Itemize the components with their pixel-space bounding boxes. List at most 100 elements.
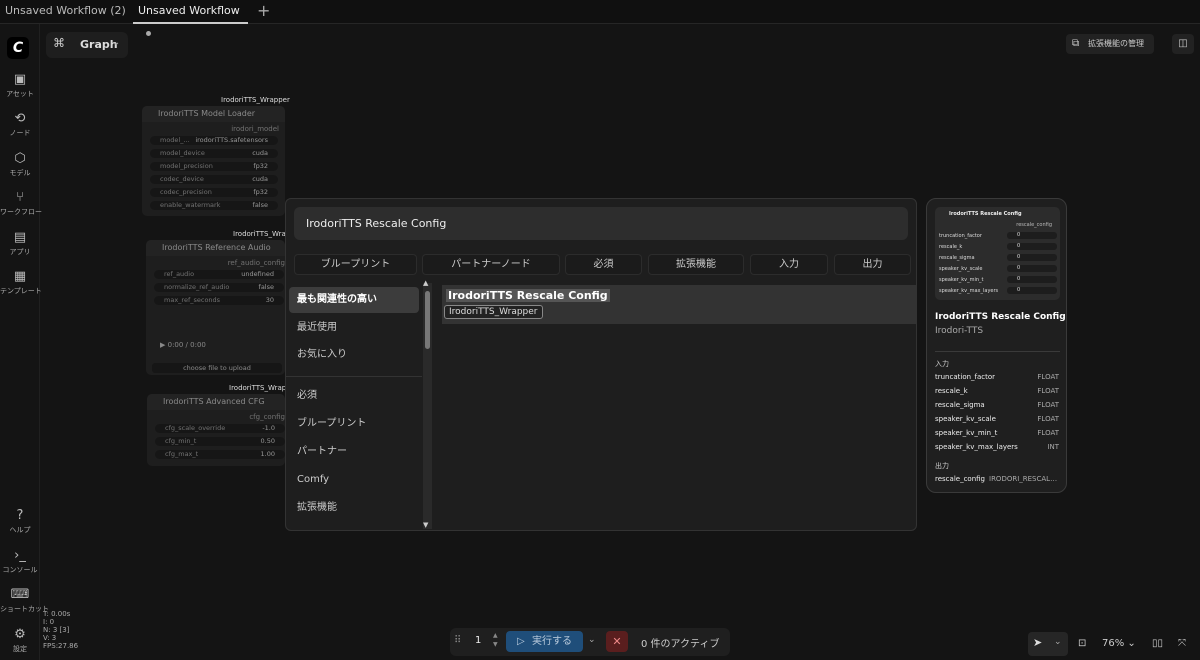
filter-extensions[interactable]: 拡張機能 — [648, 254, 744, 275]
sidebar-item-apps[interactable]: ▤ アプリ — [0, 230, 40, 257]
chevron-down-icon: ⌄ — [112, 37, 121, 48]
widget-model-precision[interactable]: model_precision fp32 — [150, 162, 278, 171]
node-group-label: IrodoriTTS_Wrapp — [229, 384, 291, 392]
toggle-panel-button[interactable]: ◫ — [1172, 34, 1194, 54]
category-recent[interactable]: 最近使用 — [289, 315, 419, 341]
filter-partner-nodes[interactable]: パートナーノード — [422, 254, 560, 275]
sidebar-item-label: 設定 — [13, 645, 27, 653]
widget-cfg-scale[interactable]: cfg_scale_override -1.0 — [155, 424, 285, 433]
outputs-heading: 出力 — [935, 462, 949, 470]
unsaved-dot-icon — [146, 30, 151, 36]
panel-icon: ◫ — [1178, 38, 1188, 49]
zoom-level[interactable]: 76% ⌄ — [1102, 632, 1136, 656]
filter-essentials[interactable]: 必須 — [565, 254, 642, 275]
output-row: rescale_configIRODORI_RESCALE_CONFIG — [935, 475, 1059, 483]
sidebar-item-label: ヘルプ — [9, 526, 31, 534]
widget-max-ref-seconds[interactable]: max_ref_seconds 30 — [154, 296, 284, 305]
node-output: irodori_model — [231, 125, 279, 133]
widget-ref-audio[interactable]: ref_audio undefined — [154, 270, 284, 279]
sidebar-item-label: アプリ — [9, 248, 31, 256]
scrollbar-thumb[interactable] — [425, 291, 430, 349]
input-row: speaker_kv_scale FLOAT — [935, 415, 1059, 423]
node-advanced-cfg[interactable]: IrodoriTTS Advanced CFG cfg_config cfg_s… — [147, 394, 285, 466]
filter-input[interactable]: 入力 — [750, 254, 828, 275]
sidebar-item-shortcuts[interactable]: ⌨ ショートカット — [0, 587, 49, 614]
manage-extensions-button[interactable]: ⧉ 拡張機能の管理 — [1066, 34, 1154, 54]
sidebar-item-settings[interactable]: ⚙ 設定 — [0, 627, 40, 654]
batch-stepper-icon[interactable]: ▲ ▼ — [493, 631, 498, 649]
widget-cfg-max-t[interactable]: cfg_max_t 1.00 — [155, 450, 285, 459]
node-output: cfg_config — [249, 413, 285, 421]
tab-unsaved-workflow[interactable]: Unsaved Workflow — [133, 0, 248, 36]
link-visibility-icon[interactable]: ⤧ — [1178, 632, 1186, 656]
sidebar-item-label: ノード — [9, 129, 31, 137]
category-partner[interactable]: パートナー — [289, 439, 419, 465]
cube-icon: ⬡ — [14, 151, 26, 166]
scroll-down-icon[interactable]: ▼ — [423, 521, 428, 529]
widget-normalize[interactable]: normalize_ref_audio false — [154, 283, 284, 292]
sidebar-item-help[interactable]: ? ヘルプ — [0, 508, 40, 535]
node-model-loader[interactable]: IrodoriTTS Model Loader irodori_model mo… — [142, 106, 285, 216]
run-options-chevron-icon[interactable]: ⌄ — [588, 635, 596, 645]
node-preview-thumbnail: IrodoriTTS Rescale Config rescale_config… — [935, 207, 1060, 300]
sidebar-item-models[interactable]: ⬡ モデル — [0, 151, 40, 178]
sidebar-item-nodes[interactable]: ⟲ ノード — [0, 111, 40, 138]
tab-unsaved-workflow-2[interactable]: Unsaved Workflow (2) — [0, 0, 130, 36]
widget-enable-watermark[interactable]: enable_watermark false — [150, 201, 278, 210]
batch-count[interactable]: 1 — [475, 635, 481, 646]
node-output: ref_audio_config — [227, 259, 285, 267]
sidebar-item-templates[interactable]: ▦ テンプレート — [0, 269, 42, 296]
node-reference-audio[interactable]: IrodoriTTS Reference Audio ref_audio_con… — [146, 240, 285, 375]
category-favorites[interactable]: お気に入り — [289, 342, 419, 368]
terminal-icon: ›_ — [14, 548, 26, 563]
stat-fps: FPS:27.86 — [43, 642, 79, 650]
upload-button[interactable]: choose file to upload — [152, 363, 282, 373]
filter-blueprint[interactable]: ブループリント — [294, 254, 417, 275]
category-comfy[interactable]: Comfy — [289, 467, 419, 493]
extensions-label: 拡張機能の管理 — [1088, 39, 1144, 48]
queue-status[interactable]: 0 件のアクティブ — [641, 635, 719, 650]
audio-player[interactable]: ▶ 0:00 / 0:00 — [160, 341, 206, 349]
drag-handle-icon[interactable]: ⠿ — [454, 635, 461, 646]
widget-model[interactable]: model_... irodoriTTS.safetensors — [150, 136, 278, 145]
scroll-up-icon[interactable]: ▲ — [423, 279, 428, 287]
minimap-icon[interactable]: ▯▯ — [1152, 632, 1163, 656]
new-tab-plus-icon[interactable]: + — [257, 1, 270, 20]
preview-divider — [935, 351, 1060, 352]
node-title: IrodoriTTS Advanced CFG — [147, 394, 285, 410]
pointer-icon: ➤ — [1033, 636, 1043, 649]
widget-codec-precision[interactable]: codec_precision fp32 — [150, 188, 278, 197]
category-essentials[interactable]: 必須 — [289, 383, 419, 409]
cancel-run-button[interactable]: ✕ — [606, 631, 628, 652]
sidebar-item-label: テンプレート — [0, 287, 42, 295]
close-icon: ✕ — [612, 635, 622, 648]
tab-bar: Unsaved Workflow (2) Unsaved Workflow + — [0, 0, 1200, 36]
category-blueprint[interactable]: ブループリント — [289, 411, 419, 437]
fit-view-icon[interactable]: ⊡ — [1078, 632, 1086, 656]
preview-title: IrodoriTTS Rescale Config — [935, 312, 1066, 322]
filter-output[interactable]: 出力 — [834, 254, 911, 275]
sidebar-item-workflows[interactable]: ⑂ ワークフロー — [0, 190, 42, 217]
comfy-logo: C — [7, 37, 29, 59]
sidebar-item-label: アセット — [6, 90, 34, 98]
graph-icon: ⌘ — [53, 36, 65, 50]
category-extensions[interactable]: 拡張機能 — [289, 495, 419, 521]
mini-output: rescale_config — [1016, 222, 1052, 228]
search-result-item[interactable]: IrodoriTTS Rescale Config IrodoriTTS_Wra… — [442, 285, 916, 324]
widget-model-device[interactable]: model_device cuda — [150, 149, 278, 158]
sidebar-item-assets[interactable]: ▣ アセット — [0, 72, 40, 99]
run-button[interactable]: ▷ 実行する — [506, 631, 583, 652]
select-tool-button[interactable]: ➤ ⌄ — [1028, 632, 1068, 656]
tab-label: Unsaved Workflow — [138, 4, 240, 17]
graph-dropdown[interactable]: ⌘ Graph ⌄ — [46, 32, 128, 58]
node-group-label: IrodoriTTS_Wrapper — [221, 96, 290, 104]
input-row: rescale_sigma FLOAT — [935, 401, 1059, 409]
widget-cfg-min-t[interactable]: cfg_min_t 0.50 — [155, 437, 285, 446]
mini-row: rescale_k 0 — [939, 243, 1057, 250]
widget-codec-device[interactable]: codec_device cuda — [150, 175, 278, 184]
template-icon: ▦ — [13, 269, 27, 284]
category-most-relevant[interactable]: 最も関連性の高い — [289, 287, 419, 313]
sidebar-item-console[interactable]: ›_ コンソール — [0, 548, 40, 575]
inputs-heading: 入力 — [935, 360, 949, 368]
search-input[interactable]: IrodoriTTS Rescale Config — [294, 207, 908, 240]
